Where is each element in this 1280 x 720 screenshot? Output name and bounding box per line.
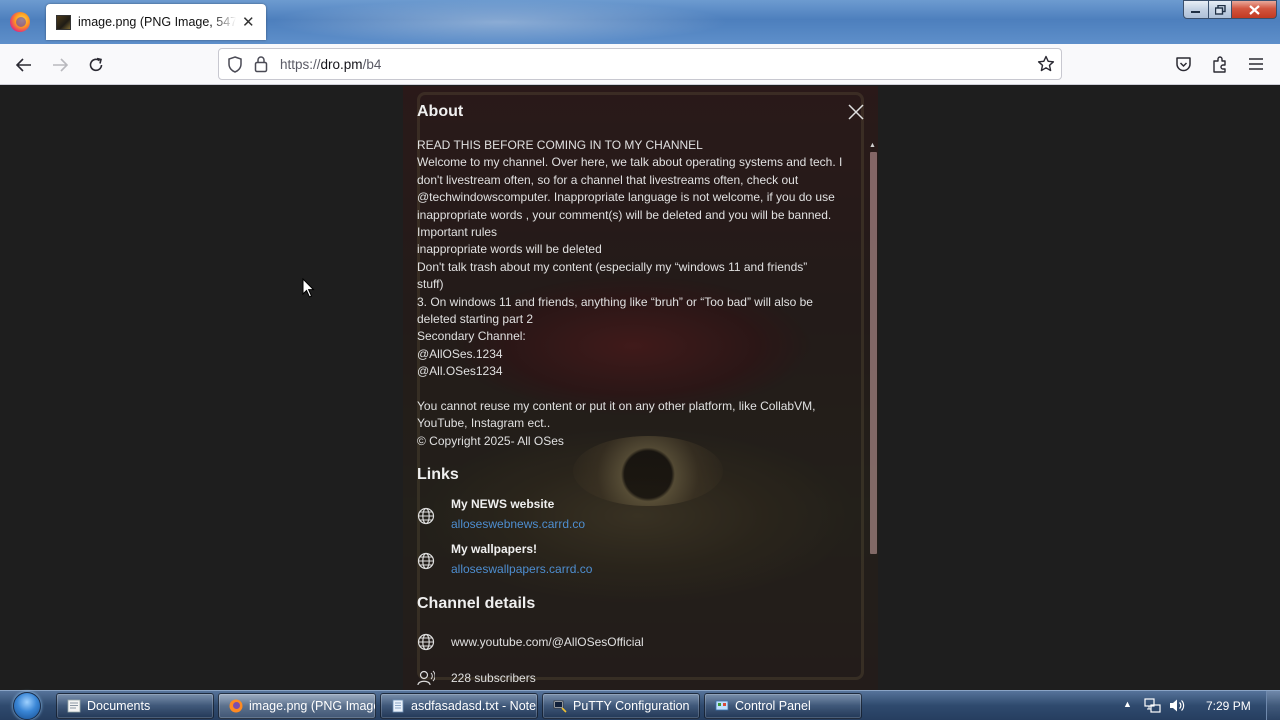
taskbar-item-control-panel[interactable]: Control Panel: [704, 693, 862, 719]
subscribers-row: 228 subscribers: [417, 669, 837, 690]
firefox-icon: [229, 699, 243, 713]
description-line: YouTube, Instagram ect..: [417, 416, 551, 431]
forward-button[interactable]: [47, 52, 73, 78]
about-description: READ THIS BEFORE COMING IN TO MY CHANNEL…: [417, 137, 851, 450]
close-window-button[interactable]: [1231, 0, 1277, 19]
link-item[interactable]: My wallpapers! alloseswallpapers.carrd.c…: [417, 542, 837, 586]
description-line: @techwindowscomputer. Inappropriate lang…: [417, 190, 835, 205]
navigation-toolbar: https://dro.pm/b4: [0, 44, 1280, 85]
description-line: Welcome to my channel. Over here, we tal…: [417, 155, 843, 170]
about-title: About: [417, 103, 464, 120]
back-button[interactable]: [11, 52, 37, 78]
pocket-icon[interactable]: [1175, 56, 1192, 73]
reload-icon: [89, 57, 103, 72]
taskbar-item-label: asdfasadasd.txt - Notepad: [411, 699, 537, 713]
channel-url-row: www.youtube.com/@AllOSesOfficial: [417, 633, 837, 655]
firefox-logo-icon[interactable]: [10, 12, 30, 32]
close-icon: [1248, 4, 1260, 15]
show-desktop-button[interactable]: [1266, 691, 1280, 720]
page-content: About READ THIS BEFORE COMING IN TO MY C…: [0, 86, 1280, 690]
clock[interactable]: 7:29 PM: [1206, 699, 1251, 713]
tab-strip: image.png (PNG Image, 547 × 604 pixels) …: [0, 0, 1280, 44]
mouse-cursor-icon: [302, 278, 315, 298]
show-hidden-icons-icon[interactable]: ▲: [1123, 699, 1132, 709]
png-image: About READ THIS BEFORE COMING IN TO MY C…: [403, 86, 878, 690]
subscriber-count: 228 subscribers: [451, 671, 536, 685]
notepad-icon: [392, 699, 404, 713]
restore-button[interactable]: [1208, 0, 1232, 19]
taskbar-item-label: image.png (PNG Image, 547 × 604 pixels) …: [249, 699, 375, 713]
links-heading: Links: [417, 466, 459, 483]
url-text[interactable]: https://dro.pm/b4: [280, 57, 381, 72]
arrow-right-icon: [53, 58, 68, 72]
tab-close-icon[interactable]: ✕: [242, 13, 255, 31]
globe-icon: [417, 552, 435, 570]
taskbar: Documents image.png (PNG Image, 547 × 60…: [0, 690, 1280, 720]
description-line: @All.OSes1234: [417, 364, 503, 379]
folder-icon: [67, 699, 81, 713]
taskbar-item-label: PuTTY Configuration: [573, 699, 690, 713]
url-path: /b4: [362, 57, 382, 72]
description-line: 3. On windows 11 and friends, anything l…: [417, 294, 813, 309]
taskbar-item-firefox[interactable]: image.png (PNG Image, 547 × 604 pixels) …: [218, 693, 376, 719]
person-icon: [417, 670, 435, 686]
windows-logo-icon: [13, 692, 41, 720]
reload-button[interactable]: [83, 52, 109, 78]
description-line: [417, 381, 851, 398]
channel-details-heading: Channel details: [417, 595, 536, 612]
bookmark-star-icon[interactable]: [1037, 55, 1055, 73]
link-title: My wallpapers!: [451, 542, 538, 556]
link-title: My NEWS website: [451, 497, 555, 511]
description-line: stuff): [417, 277, 444, 292]
taskbar-item-putty[interactable]: PuTTY Configuration: [542, 693, 700, 719]
taskbar-item-documents[interactable]: Documents: [56, 693, 214, 719]
description-line: You cannot reuse my content or put it on…: [417, 399, 816, 414]
control-panel-icon: [715, 700, 729, 711]
taskbar-item-label: Documents: [87, 699, 151, 713]
putty-icon: [553, 700, 567, 713]
start-button[interactable]: [8, 691, 46, 720]
globe-icon: [417, 507, 435, 525]
description-line: deleted starting part 2: [417, 312, 534, 327]
minimize-button[interactable]: [1183, 0, 1209, 19]
channel-url: www.youtube.com/@AllOSesOfficial: [451, 635, 644, 649]
tab-favicon-icon: [56, 14, 71, 30]
about-scrollbar[interactable]: ▲ ▼: [869, 142, 878, 690]
description-line: © Copyright 2025- All OSes: [417, 433, 564, 448]
globe-icon: [417, 633, 435, 651]
scrollbar-thumb[interactable]: [870, 152, 877, 554]
link-url[interactable]: alloseswallpapers.carrd.co: [451, 562, 592, 576]
scroll-up-icon[interactable]: ▲: [869, 142, 876, 149]
url-scheme: https://: [280, 57, 321, 72]
description-line: don't livestream often, so for a channel…: [417, 172, 799, 187]
hamburger-menu-icon[interactable]: [1248, 56, 1264, 72]
address-bar[interactable]: https://dro.pm/b4: [218, 48, 1062, 80]
arrow-left-icon: [16, 58, 31, 72]
tab-title: image.png (PNG Image, 547 × 604 pixels): [78, 15, 236, 29]
about-dialog: About READ THIS BEFORE COMING IN TO MY C…: [403, 86, 878, 690]
minimize-icon: [1191, 10, 1200, 13]
description-line: inappropriate words will be deleted: [417, 242, 602, 257]
link-url[interactable]: alloseswebnews.carrd.co: [451, 517, 585, 531]
url-host: dro.pm: [320, 57, 363, 72]
description-line: READ THIS BEFORE COMING IN TO MY CHANNEL: [417, 138, 703, 152]
tracking-protection-shield-icon[interactable]: [227, 56, 243, 73]
tab-image-png[interactable]: image.png (PNG Image, 547 × 604 pixels) …: [46, 4, 266, 40]
description-line: Secondary Channel:: [417, 329, 526, 344]
taskbar-item-label: Control Panel: [735, 699, 811, 713]
description-line: @AllOSes.1234: [417, 346, 503, 361]
extensions-puzzle-icon[interactable]: [1211, 55, 1229, 73]
lock-icon[interactable]: [254, 55, 268, 73]
link-item[interactable]: My NEWS website alloseswebnews.carrd.co: [417, 497, 837, 541]
titlebar-glow: [270, 0, 730, 44]
volume-icon[interactable]: [1168, 697, 1186, 714]
close-icon[interactable]: [847, 103, 865, 121]
description-line: Don't talk trash about my content (espec…: [417, 259, 808, 274]
description-line: inappropriate words , your comment(s) wi…: [417, 207, 832, 222]
taskbar-item-notepad[interactable]: asdfasadasd.txt - Notepad: [380, 693, 538, 719]
description-line: Important rules: [417, 225, 498, 240]
network-icon[interactable]: [1144, 697, 1161, 714]
restore-icon: [1214, 4, 1226, 15]
